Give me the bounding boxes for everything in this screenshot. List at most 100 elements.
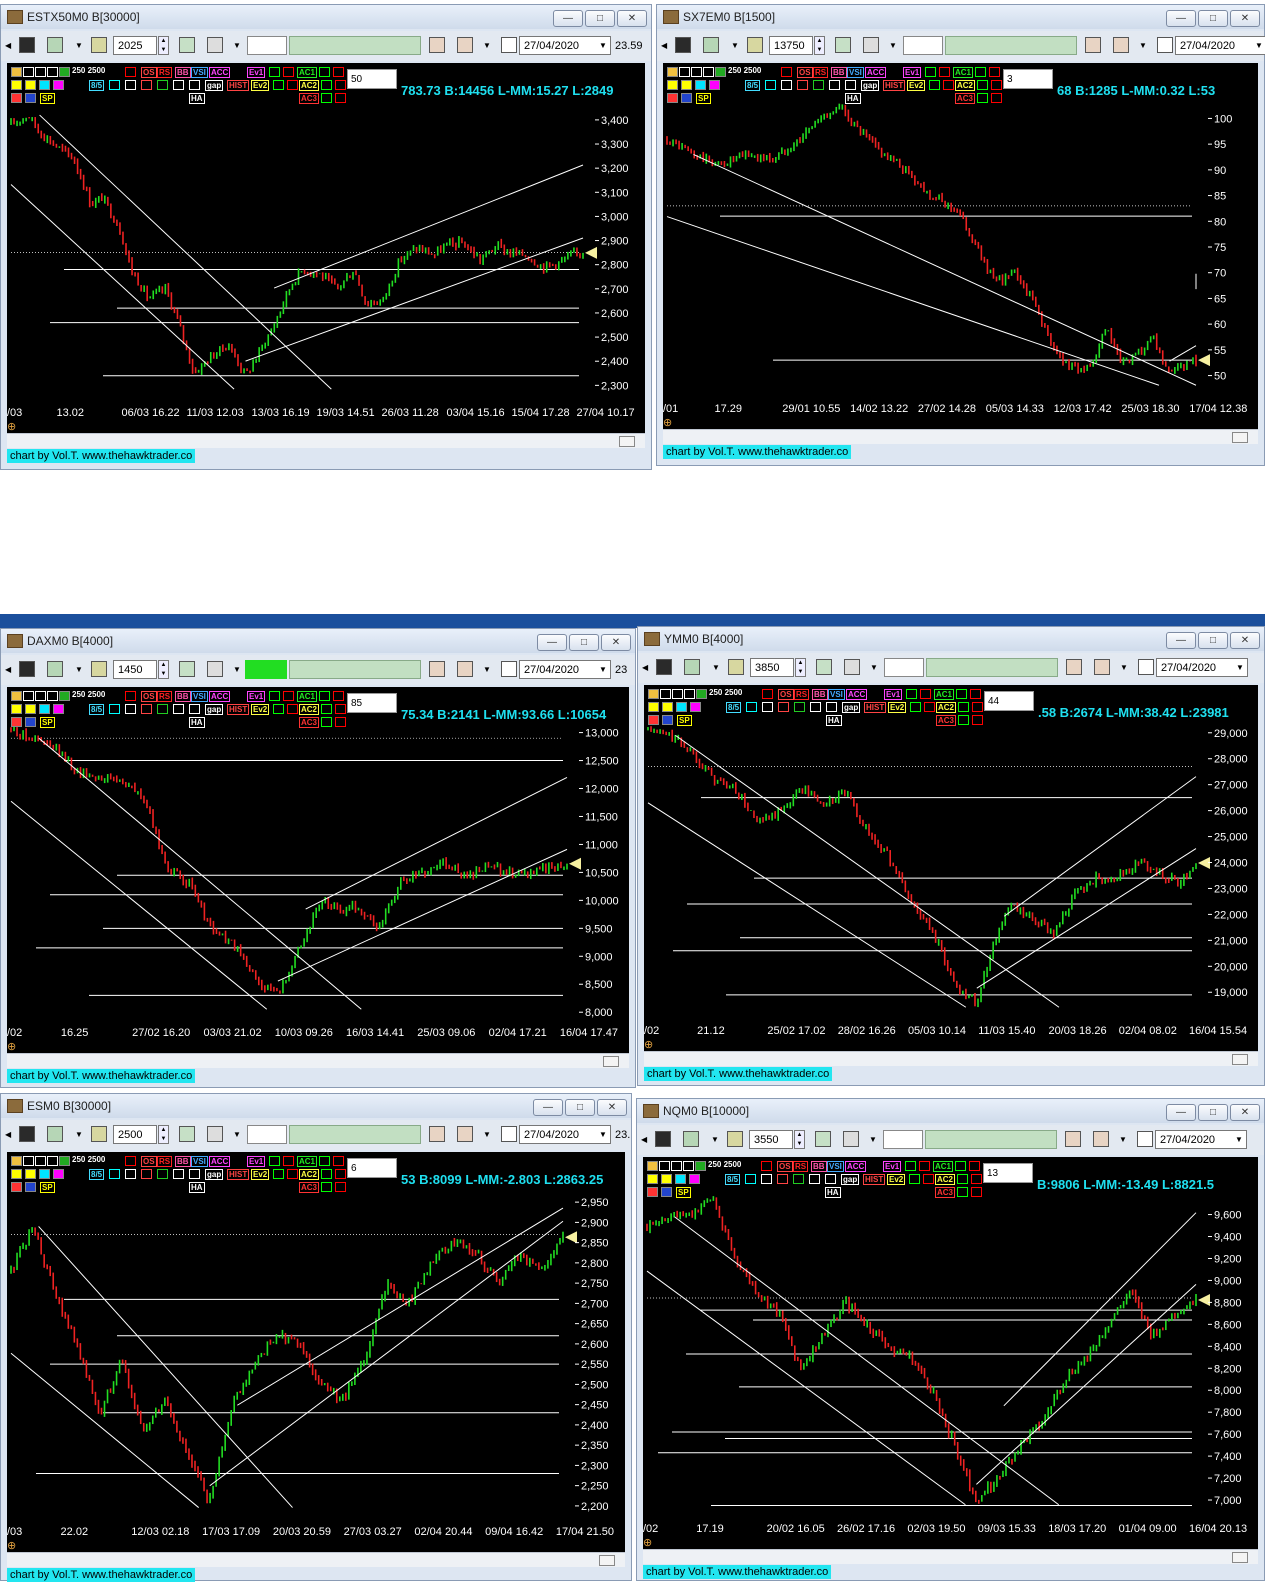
- color-swatch-icon[interactable]: [675, 1174, 686, 1184]
- interval-input[interactable]: 13750: [769, 36, 813, 55]
- close-icon[interactable]: [333, 1156, 344, 1166]
- q-icon[interactable]: [269, 691, 280, 701]
- q-icon[interactable]: [958, 702, 969, 712]
- vsi-button[interactable]: VSI: [191, 1156, 208, 1167]
- close-button[interactable]: ✕: [1230, 10, 1260, 27]
- ratio-button[interactable]: 8/5: [89, 1169, 105, 1180]
- bb-button[interactable]: BB: [811, 1161, 827, 1172]
- ha-button[interactable]: HA: [189, 1182, 205, 1193]
- rs-button[interactable]: RS: [157, 67, 173, 78]
- date-picker[interactable]: 27/04/2020: [519, 36, 611, 55]
- tool-icon[interactable]: [11, 93, 22, 103]
- q-icon[interactable]: [321, 717, 332, 727]
- q-icon[interactable]: [958, 715, 969, 725]
- maximize-button[interactable]: □: [1198, 1104, 1228, 1121]
- ac2-button[interactable]: AC2: [935, 1174, 956, 1185]
- close-icon[interactable]: [991, 80, 1002, 90]
- os-button[interactable]: OS: [797, 67, 813, 78]
- interval-stepper[interactable]: ▲ ▼: [158, 1125, 169, 1144]
- play-icon[interactable]: [1157, 37, 1173, 53]
- color-swatch-icon[interactable]: [676, 702, 687, 712]
- candle-icon[interactable]: [157, 80, 168, 90]
- sound-icon[interactable]: [207, 661, 223, 677]
- draw-line-icon[interactable]: [35, 691, 46, 701]
- os-button[interactable]: OS: [141, 67, 157, 78]
- save-template-icon[interactable]: [1066, 659, 1082, 675]
- style-icon[interactable]: [1113, 37, 1129, 53]
- ac2-button[interactable]: AC2: [955, 80, 976, 91]
- hist-button[interactable]: HIST: [863, 1174, 886, 1185]
- ev1-button[interactable]: Ev1: [247, 1156, 266, 1167]
- close-icon[interactable]: [335, 80, 346, 90]
- ev2-button[interactable]: Ev2: [888, 702, 907, 713]
- close-icon[interactable]: [972, 702, 983, 712]
- tool-icon[interactable]: [25, 717, 36, 727]
- interval-stepper[interactable]: ▲ ▼: [795, 658, 806, 677]
- color-swatch-icon[interactable]: [11, 80, 22, 90]
- draw-line-icon[interactable]: [23, 691, 34, 701]
- tool-icon[interactable]: [173, 704, 184, 714]
- dropdown-arrow-icon[interactable]: ▼: [869, 1135, 877, 1144]
- ev1-button[interactable]: Ev1: [247, 691, 266, 702]
- style-icon[interactable]: [1094, 659, 1110, 675]
- draw-line-icon[interactable]: [35, 1156, 46, 1166]
- scroll-thumb[interactable]: [1232, 1054, 1248, 1065]
- date-dropdown-icon[interactable]: ▼: [599, 1130, 607, 1139]
- play-icon[interactable]: [1138, 659, 1154, 675]
- date-dropdown-icon[interactable]: ▼: [1255, 41, 1263, 50]
- ac1-button[interactable]: AC1: [297, 691, 318, 702]
- gap-button[interactable]: gap: [205, 1169, 224, 1180]
- sp-button[interactable]: SP: [677, 715, 692, 726]
- chart-type-icon[interactable]: [47, 37, 63, 53]
- q-icon[interactable]: [109, 80, 120, 90]
- ev1-button[interactable]: Ev1: [903, 67, 922, 78]
- hist-button[interactable]: HIST: [883, 80, 906, 91]
- ac2-button[interactable]: AC2: [936, 702, 957, 713]
- save-icon[interactable]: [656, 659, 672, 675]
- date-picker[interactable]: 27/04/2020: [519, 1125, 611, 1144]
- tool-icon[interactable]: [810, 702, 821, 712]
- interval-stepper[interactable]: ▲ ▼: [158, 660, 169, 679]
- ha-button[interactable]: HA: [189, 93, 205, 104]
- color-swatch-icon[interactable]: [689, 1174, 700, 1184]
- acc-button[interactable]: ACC: [845, 1161, 867, 1172]
- chart-type-icon[interactable]: [47, 661, 63, 677]
- close-icon[interactable]: [971, 1174, 982, 1184]
- bar-icon[interactable]: [762, 689, 773, 699]
- date-dropdown-icon[interactable]: ▼: [1235, 1135, 1243, 1144]
- candle-icon[interactable]: [813, 80, 824, 90]
- q-icon[interactable]: [321, 1169, 332, 1179]
- dropdown-arrow-icon[interactable]: ▼: [233, 41, 241, 50]
- date-dropdown-icon[interactable]: ▼: [599, 41, 607, 50]
- interval-input[interactable]: 2025: [113, 36, 157, 55]
- scroll-thumb[interactable]: [619, 436, 635, 447]
- draw-line-icon[interactable]: [47, 1156, 58, 1166]
- style-icon[interactable]: [457, 37, 473, 53]
- interval-input[interactable]: 3550: [749, 1130, 793, 1149]
- style-icon[interactable]: [457, 1126, 473, 1142]
- draw-rect-icon[interactable]: [695, 1161, 706, 1171]
- bars-icon[interactable]: [141, 1169, 152, 1179]
- q-icon[interactable]: [909, 1174, 920, 1184]
- play-icon[interactable]: [501, 37, 517, 53]
- tool-icon[interactable]: [661, 1187, 672, 1197]
- dropdown-arrow-icon[interactable]: ▼: [233, 1130, 241, 1139]
- color-swatch-icon[interactable]: [11, 1156, 22, 1166]
- close-icon[interactable]: [924, 702, 935, 712]
- color-swatch-icon[interactable]: [39, 1169, 50, 1179]
- minimize-button[interactable]: —: [1166, 632, 1196, 649]
- q-icon[interactable]: [321, 80, 332, 90]
- close-icon[interactable]: [287, 704, 298, 714]
- bar-icon[interactable]: [125, 691, 136, 701]
- overlay-value-input[interactable]: 85: [347, 693, 397, 713]
- draw-line-icon[interactable]: [672, 689, 683, 699]
- acc-button[interactable]: ACC: [846, 689, 868, 700]
- color-swatch-icon[interactable]: [662, 702, 673, 712]
- draw-line-icon[interactable]: [659, 1161, 670, 1171]
- scroll-left-icon[interactable]: ◀: [641, 1135, 647, 1144]
- gap-button[interactable]: gap: [205, 704, 224, 715]
- q-icon[interactable]: [321, 704, 332, 714]
- sp-button[interactable]: SP: [40, 717, 55, 728]
- wave-icon[interactable]: [189, 704, 200, 714]
- tool-icon[interactable]: [173, 80, 184, 90]
